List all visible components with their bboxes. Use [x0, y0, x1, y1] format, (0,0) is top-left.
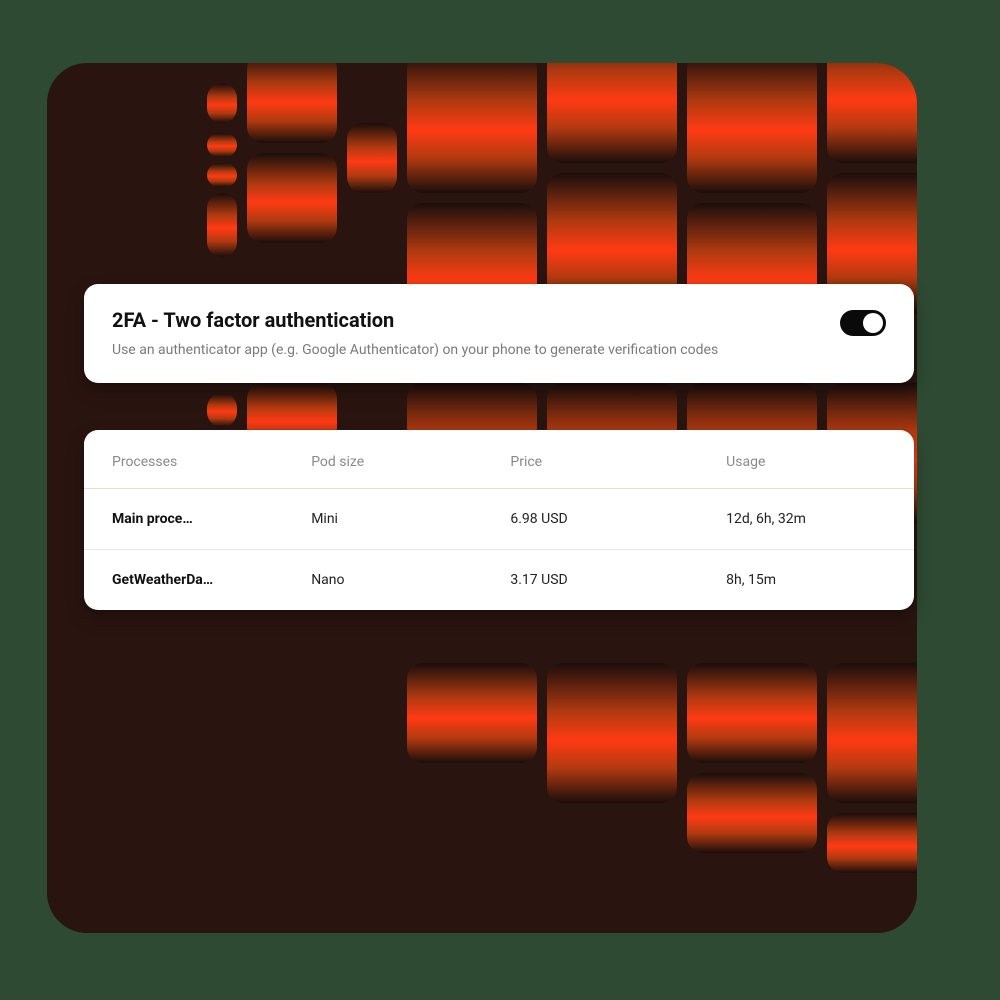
cell-price: 3.17 USD — [482, 550, 698, 611]
twofa-toggle[interactable] — [840, 310, 886, 336]
table-header-row: Processes Pod size Price Usage — [84, 448, 914, 489]
toggle-knob — [863, 313, 883, 333]
twofa-description: Use an authenticator app (e.g. Google Au… — [112, 340, 718, 361]
twofa-card: 2FA - Two factor authentication Use an a… — [84, 284, 914, 383]
table-row: GetWeatherDa… Nano 3.17 USD 8h, 15m — [84, 550, 914, 611]
cell-process: GetWeatherDa… — [84, 550, 283, 611]
col-usage: Usage — [698, 448, 914, 489]
processes-table: Processes Pod size Price Usage Main proc… — [84, 448, 914, 610]
cell-pod-size: Nano — [283, 550, 482, 611]
table-row: Main proce… Mini 6.98 USD 12d, 6h, 32m — [84, 489, 914, 550]
twofa-title: 2FA - Two factor authentication — [112, 308, 718, 332]
cell-price: 6.98 USD — [482, 489, 698, 550]
processes-card: Processes Pod size Price Usage Main proc… — [84, 430, 914, 610]
cell-usage: 12d, 6h, 32m — [698, 489, 914, 550]
cell-process: Main proce… — [84, 489, 283, 550]
cell-pod-size: Mini — [283, 489, 482, 550]
col-processes: Processes — [84, 448, 283, 489]
col-pod-size: Pod size — [283, 448, 482, 489]
col-price: Price — [482, 448, 698, 489]
cell-usage: 8h, 15m — [698, 550, 914, 611]
